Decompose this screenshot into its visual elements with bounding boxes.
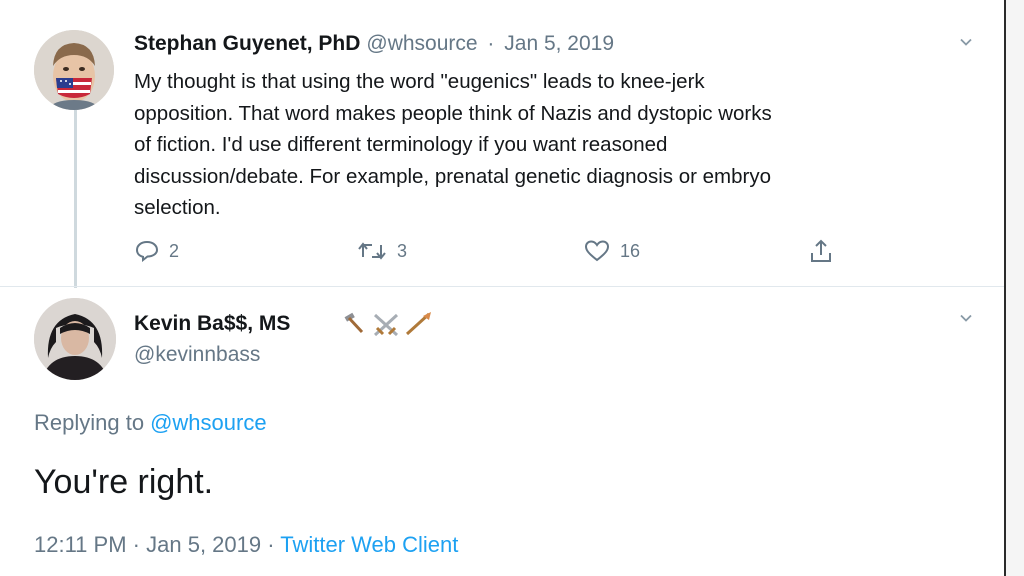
reply-mention-link[interactable]: @whsource bbox=[150, 410, 267, 435]
retweet-icon bbox=[358, 242, 386, 260]
heart-icon bbox=[584, 240, 610, 262]
tools-emoji-icon bbox=[344, 312, 431, 337]
share-button[interactable] bbox=[808, 236, 834, 266]
like-count: 16 bbox=[620, 240, 641, 261]
meta-separator: · bbox=[267, 532, 275, 557]
share-icon bbox=[811, 239, 831, 262]
tweet-date[interactable]: Jan 5, 2019 bbox=[146, 532, 261, 557]
avatar-kevin-bass[interactable] bbox=[34, 298, 116, 380]
tweet-text: You're right. bbox=[34, 463, 214, 501]
tweet-body: My thought is that using the word "eugen… bbox=[134, 70, 772, 219]
tweet-date[interactable]: Jan 5, 2019 bbox=[504, 32, 614, 55]
retweet-count: 3 bbox=[397, 240, 408, 261]
meta-separator: · bbox=[132, 532, 140, 557]
author-name[interactable]: Stephan Guyenet, PhD bbox=[134, 32, 360, 55]
like-button[interactable]: 16 bbox=[584, 236, 640, 266]
avatar-stephan-guyenet[interactable] bbox=[34, 30, 114, 110]
chevron-down-icon[interactable] bbox=[960, 312, 972, 324]
tweet-header: Stephan Guyenet, PhD @whsource · Jan 5, 2… bbox=[134, 30, 614, 58]
tweet-time[interactable]: 12:11 PM bbox=[34, 532, 127, 557]
author-name[interactable]: Kevin Ba$$, MS bbox=[134, 310, 290, 338]
client-link[interactable]: Twitter Web Client bbox=[280, 532, 458, 557]
chevron-down-icon[interactable] bbox=[960, 36, 972, 48]
reply-icon bbox=[135, 240, 159, 262]
tweet-thread-screenshot: Stephan Guyenet, PhD @whsource · Jan 5, 2… bbox=[0, 0, 1024, 576]
window-gutter bbox=[1006, 0, 1024, 576]
reply-button[interactable]: 2 bbox=[135, 236, 179, 266]
replying-to: Replying to @whsource bbox=[34, 408, 267, 438]
author-handle[interactable]: @whsource bbox=[366, 32, 477, 55]
reply-count: 2 bbox=[169, 240, 180, 261]
thread-connector-line bbox=[74, 108, 77, 288]
retweet-button[interactable]: 3 bbox=[357, 236, 407, 266]
tweet-divider bbox=[0, 286, 1004, 287]
meta-separator: · bbox=[487, 32, 495, 55]
author-handle[interactable]: @kevinnbass bbox=[134, 341, 260, 369]
tweet-footer: 12:11 PM · Jan 5, 2019 · Twitter Web Cli… bbox=[34, 530, 458, 560]
replying-label: Replying to bbox=[34, 410, 145, 435]
